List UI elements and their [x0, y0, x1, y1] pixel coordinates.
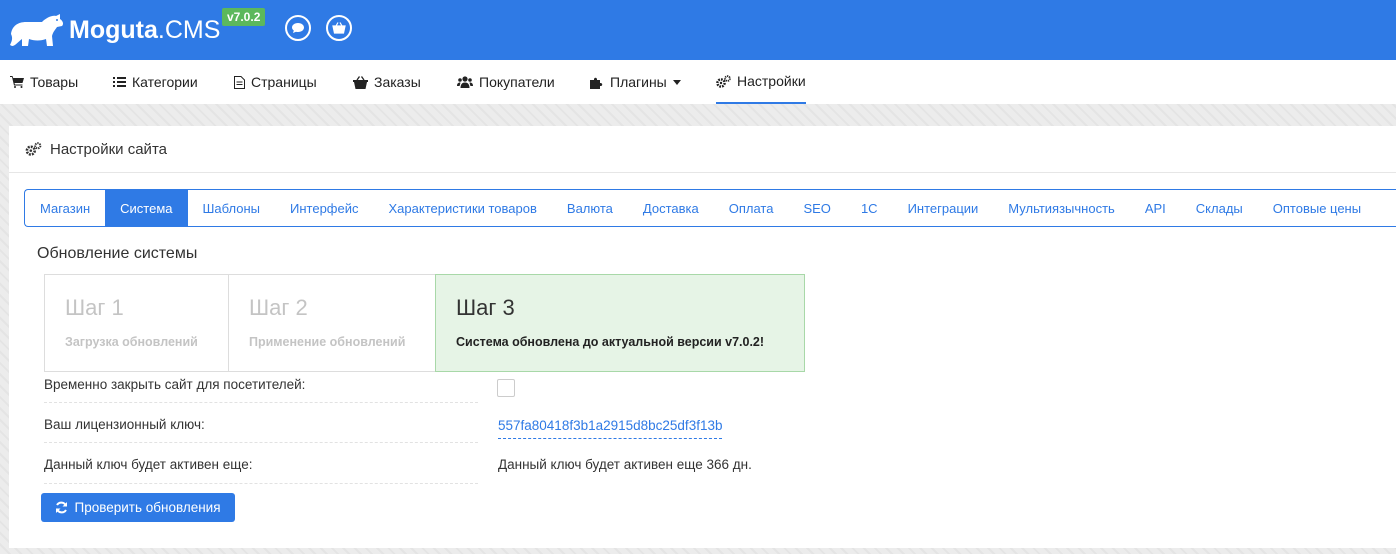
- step-description: Применение обновлений: [249, 335, 406, 349]
- step-number: Шаг 3: [456, 295, 515, 320]
- close-site-label: Временно закрыть сайт для посетителей:: [44, 377, 478, 403]
- nav-item-products[interactable]: Товары: [10, 60, 78, 104]
- nav-item-settings[interactable]: Настройки: [716, 60, 806, 104]
- update-step-2: Шаг 2 Применение обновлений: [228, 274, 436, 372]
- tab-product-properties[interactable]: Характеристики товаров: [374, 190, 552, 226]
- main-nav: Товары Категории Страницы Заказы Покупат…: [0, 60, 1396, 104]
- nav-label: Категории: [132, 74, 198, 90]
- nav-item-plugins[interactable]: Плагины: [590, 60, 681, 104]
- settings-panel: Настройки сайта Магазин Система Шаблоны …: [9, 126, 1396, 548]
- puzzle-icon: [590, 77, 603, 89]
- page-icon: [234, 75, 245, 89]
- refresh-icon: [56, 501, 68, 514]
- nav-item-categories[interactable]: Категории: [113, 60, 198, 104]
- nav-item-orders[interactable]: Заказы: [353, 60, 421, 104]
- close-site-checkbox[interactable]: [497, 379, 515, 397]
- tab-payment[interactable]: Оплата: [714, 190, 789, 226]
- tab-delivery[interactable]: Доставка: [628, 190, 714, 226]
- key-active-value: Данный ключ будет активен еще 366 дн.: [498, 457, 752, 472]
- check-updates-label: Проверить обновления: [74, 500, 221, 515]
- tab-wholesale-prices[interactable]: Оптовые цены: [1258, 190, 1376, 226]
- gears-icon: [716, 74, 731, 88]
- section-title: Обновление системы: [37, 245, 198, 262]
- basket-icon: [353, 75, 368, 89]
- update-step-3: Шаг 3 Система обновлена до актуальной ве…: [435, 274, 805, 372]
- top-header: Moguta.CMS v7.0.2: [0, 0, 1396, 60]
- nav-label: Заказы: [374, 74, 421, 90]
- step-description: Система обновлена до актуальной версии v…: [456, 335, 765, 349]
- list-icon: [113, 77, 126, 87]
- key-active-label: Данный ключ будет активен еще:: [44, 457, 478, 484]
- tab-shop[interactable]: Магазин: [25, 190, 105, 226]
- step-description: Загрузка обновлений: [65, 335, 198, 349]
- version-badge: v7.0.2: [222, 8, 266, 26]
- chevron-down-icon: [672, 79, 681, 85]
- chat-icon[interactable]: [285, 15, 311, 41]
- basket-header-icon[interactable]: [326, 15, 352, 41]
- nav-item-pages[interactable]: Страницы: [234, 60, 317, 104]
- nav-label: Настройки: [737, 73, 806, 89]
- check-updates-button[interactable]: Проверить обновления: [41, 493, 235, 522]
- license-key-link[interactable]: 557fa80418f3b1a2915d8bc25df3f13b: [498, 418, 723, 439]
- update-step-1: Шаг 1 Загрузка обновлений: [44, 274, 229, 372]
- tab-warehouses[interactable]: Склады: [1181, 190, 1258, 226]
- nav-item-customers[interactable]: Покупатели: [457, 60, 555, 104]
- tab-api[interactable]: API: [1130, 190, 1181, 226]
- tab-system[interactable]: Система: [105, 190, 188, 226]
- step-number: Шаг 1: [65, 295, 124, 320]
- nav-label: Покупатели: [479, 74, 555, 90]
- tab-seo[interactable]: SEO: [788, 190, 845, 226]
- nav-label: Плагины: [610, 74, 667, 90]
- users-icon: [457, 76, 473, 88]
- tab-multilanguage[interactable]: Мультиязычность: [993, 190, 1130, 226]
- bear-logo-icon[interactable]: [8, 12, 64, 50]
- tab-currency[interactable]: Валюта: [552, 190, 628, 226]
- tab-templates[interactable]: Шаблоны: [188, 190, 276, 226]
- gears-icon: [25, 142, 42, 156]
- page-title: Настройки сайта: [50, 140, 167, 158]
- settings-tabs: Магазин Система Шаблоны Интерфейс Характ…: [24, 189, 1396, 227]
- step-number: Шаг 2: [249, 295, 308, 320]
- tab-interface[interactable]: Интерфейс: [275, 190, 373, 226]
- brand-light: .CMS: [157, 16, 221, 44]
- license-key-label: Ваш лицензионный ключ:: [44, 417, 478, 443]
- nav-label: Страницы: [251, 74, 317, 90]
- nav-label: Товары: [30, 74, 79, 90]
- tab-integrations[interactable]: Интеграции: [893, 190, 994, 226]
- brand-name[interactable]: Moguta.CMS: [69, 15, 220, 45]
- panel-header: Настройки сайта: [9, 126, 1396, 173]
- tab-1c[interactable]: 1С: [846, 190, 893, 226]
- brand-bold: Moguta: [69, 16, 158, 44]
- cart-icon: [10, 76, 24, 88]
